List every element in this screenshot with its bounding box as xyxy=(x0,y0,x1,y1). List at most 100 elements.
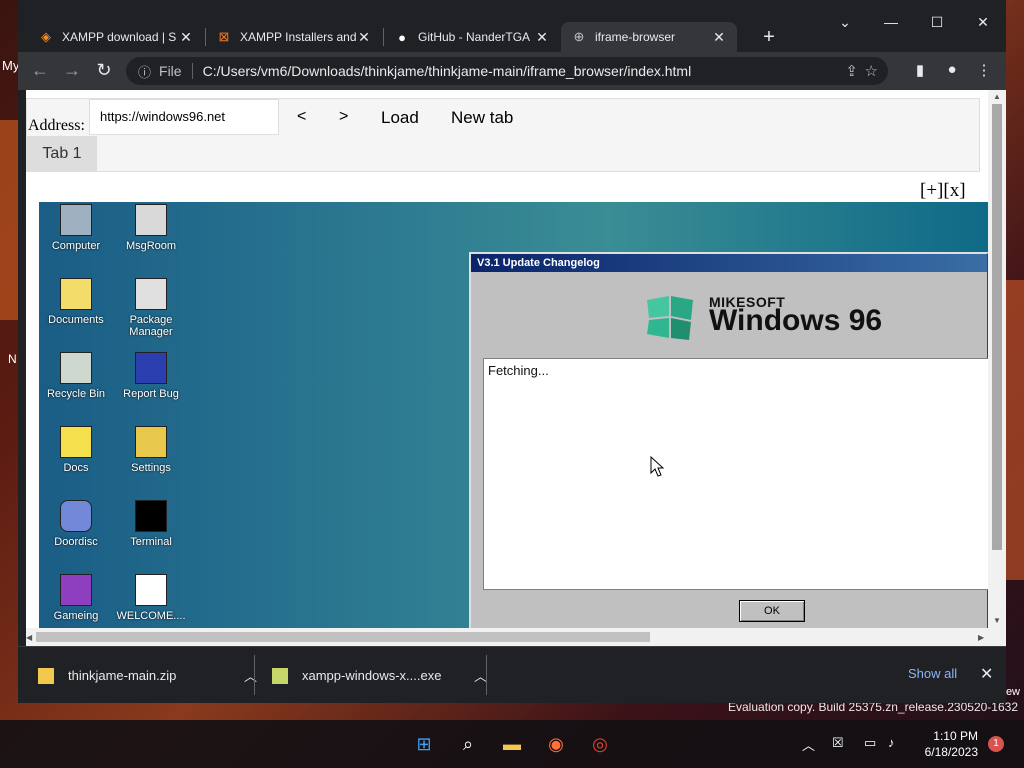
network-off-icon[interactable]: ☒ xyxy=(832,735,844,751)
icon-label: Documents xyxy=(48,314,104,326)
load-button[interactable]: Load xyxy=(381,108,419,128)
discord-icon xyxy=(60,500,92,532)
info-icon[interactable]: ⓘ xyxy=(138,62,151,81)
icon-label: Gameing xyxy=(53,610,99,622)
icon-label: Docs xyxy=(63,462,89,474)
menu-icon[interactable]: ⋮ xyxy=(974,61,994,79)
dialog-title[interactable]: V3.1 Update Changelog xyxy=(471,254,987,272)
tab-search-icon[interactable]: ⌄ xyxy=(830,14,860,31)
ok-button[interactable]: OK xyxy=(739,600,805,622)
desktop-icon-welcome[interactable]: WELCOME.... xyxy=(116,574,186,622)
tab-title: GitHub - NanderTGA xyxy=(418,30,531,44)
new-tab-page-button[interactable]: New tab xyxy=(451,108,513,128)
terminal-icon xyxy=(135,500,167,532)
bookmark-star-icon[interactable]: ☆ xyxy=(865,62,878,80)
forward-button[interactable]: → xyxy=(60,60,84,81)
msgroom-icon xyxy=(135,204,167,236)
desktop-icon-msgroom[interactable]: MsgRoom xyxy=(116,204,186,252)
browser-tab[interactable]: ● GitHub - NanderTGA ✕ xyxy=(384,22,560,52)
desktop-icon-docs[interactable]: Docs xyxy=(41,426,111,474)
clock-time: 1:10 PM xyxy=(933,729,978,743)
desktop-icon-doordisc[interactable]: Doordisc xyxy=(41,500,111,548)
game-cube-icon xyxy=(60,574,92,606)
icon-label: Recycle Bin xyxy=(46,388,106,400)
win96-iframe[interactable]: Computer MsgRoom Documents Package Manag… xyxy=(39,202,989,628)
desktop-icon-recycle-bin[interactable]: Recycle Bin xyxy=(41,352,111,400)
firefox-icon[interactable]: ◉ xyxy=(542,730,570,758)
profile-icon[interactable]: ● xyxy=(942,61,962,78)
scroll-left-icon[interactable]: ◀ xyxy=(26,633,32,642)
scroll-down-icon[interactable]: ▼ xyxy=(993,616,1001,625)
icon-label: Package Manager xyxy=(129,314,173,338)
chevron-up-icon[interactable]: ︿ xyxy=(244,666,257,685)
desktop-icon-label[interactable]: N xyxy=(8,352,17,366)
close-icon[interactable]: ✕ xyxy=(356,29,372,46)
share-icon[interactable]: ⇪ xyxy=(845,62,858,80)
address-input[interactable]: https://windows96.net xyxy=(89,99,279,135)
reload-button[interactable]: ↻ xyxy=(92,60,116,81)
download-item[interactable]: thinkjame-main.zip ︿ xyxy=(38,647,264,704)
tab-controls[interactable]: [+][x] xyxy=(920,180,966,202)
package-icon xyxy=(135,278,167,310)
new-tab-button[interactable]: + xyxy=(758,26,780,49)
markdown-file-icon xyxy=(135,574,167,606)
desktop-icon-documents[interactable]: Documents xyxy=(41,278,111,326)
brand-title: Windows 96 xyxy=(709,304,883,337)
display-icon[interactable]: ▭ xyxy=(864,735,876,751)
scroll-thumb[interactable] xyxy=(992,104,1002,550)
tab-1[interactable]: Tab 1 xyxy=(27,136,97,172)
volume-icon[interactable]: ♪ xyxy=(888,735,895,750)
notification-badge[interactable]: 1 xyxy=(988,736,1004,752)
browser-toolbar: ← → ↻ ⓘ File C:/Users/vm6/Downloads/thin… xyxy=(18,52,1006,90)
browser-window: ◈ XAMPP download | S ✕ ⊠ XAMPP Installer… xyxy=(18,0,1006,703)
horizontal-scrollbar[interactable]: ◀ ▶ xyxy=(26,628,1006,646)
desktop-icon-report-bug[interactable]: Report Bug xyxy=(116,352,186,400)
scroll-right-icon[interactable]: ▶ xyxy=(978,633,984,642)
minimize-button[interactable]: — xyxy=(876,14,906,30)
desktop-icon-package-manager[interactable]: Package Manager xyxy=(116,278,186,338)
scroll-thumb[interactable] xyxy=(36,632,650,642)
vertical-scrollbar[interactable]: ▲ ▼ xyxy=(988,90,1006,628)
desktop-icon-computer[interactable]: Computer xyxy=(41,204,111,252)
desktop-icon-settings[interactable]: Settings xyxy=(116,426,186,474)
scroll-up-icon[interactable]: ▲ xyxy=(993,92,1001,101)
url-scheme: File xyxy=(159,63,182,79)
forward-page-button[interactable]: > xyxy=(339,108,348,126)
desktop-icon-label[interactable]: My xyxy=(2,58,19,73)
close-icon[interactable]: ✕ xyxy=(711,29,727,46)
search-icon[interactable]: ⌕ xyxy=(454,730,482,758)
show-all-link[interactable]: Show all xyxy=(908,666,957,681)
clock[interactable]: 1:10 PM 6/18/2023 xyxy=(914,728,978,760)
globe-icon: ⊕ xyxy=(573,29,585,44)
desktop-icon-label[interactable]: ew xyxy=(1006,686,1020,698)
windows96-flag-icon xyxy=(647,296,693,340)
url-text[interactable]: C:/Users/vm6/Downloads/thinkjame/thinkja… xyxy=(203,63,692,79)
recycle-bin-icon xyxy=(60,352,92,384)
close-icon[interactable]: ✕ xyxy=(980,664,993,684)
close-window-button[interactable]: ✕ xyxy=(968,14,998,31)
close-icon[interactable]: ✕ xyxy=(178,29,194,46)
icon-label: Doordisc xyxy=(54,536,98,548)
browser-tab[interactable]: ◈ XAMPP download | S ✕ xyxy=(28,22,204,52)
xampp-icon: ⊠ xyxy=(218,29,230,44)
mouse-cursor-icon xyxy=(650,456,664,477)
tab-strip: ◈ XAMPP download | S ✕ ⊠ XAMPP Installer… xyxy=(18,0,1006,52)
desktop-icon-terminal[interactable]: Terminal xyxy=(116,500,186,548)
back-button[interactable]: ← xyxy=(28,60,52,81)
start-icon[interactable]: ⊞ xyxy=(410,730,438,758)
back-page-button[interactable]: < xyxy=(297,108,306,126)
download-item[interactable]: xampp-windows-x....exe ︿ xyxy=(272,647,487,704)
browser-tab-active[interactable]: ⊕ iframe-browser ✕ xyxy=(561,22,737,52)
side-panel-icon[interactable]: ▮ xyxy=(910,61,930,79)
tab-title: XAMPP Installers and xyxy=(240,30,356,44)
maximize-button[interactable]: ☐ xyxy=(922,14,952,31)
chrome-icon[interactable]: ◎ xyxy=(586,730,614,758)
folder-icon xyxy=(60,278,92,310)
close-icon[interactable]: ✕ xyxy=(534,29,550,46)
computer-icon xyxy=(60,204,92,236)
tray-overflow-icon[interactable]: ︿ xyxy=(802,735,815,754)
browser-tab[interactable]: ⊠ XAMPP Installers and ✕ xyxy=(206,22,382,52)
file-explorer-icon[interactable]: ▬ xyxy=(498,730,526,758)
desktop-icon-gameing[interactable]: Gameing xyxy=(41,574,111,622)
address-bar[interactable]: ⓘ File C:/Users/vm6/Downloads/thinkjame/… xyxy=(126,57,888,85)
